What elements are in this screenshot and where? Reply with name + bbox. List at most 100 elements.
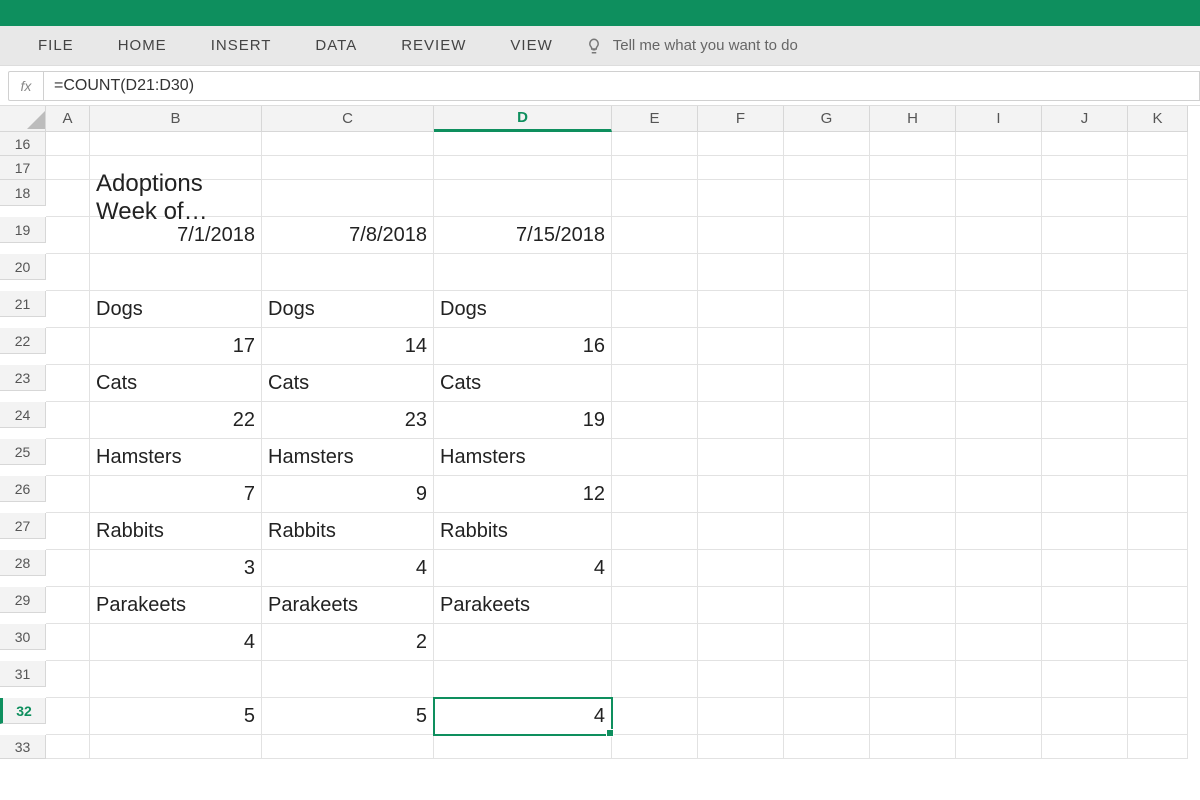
cell-J18[interactable] <box>1042 180 1128 217</box>
row-header-21[interactable]: 21 <box>0 291 46 317</box>
cell-K27[interactable] <box>1128 513 1188 550</box>
cell-B27[interactable]: Rabbits <box>90 513 262 550</box>
cell-I25[interactable] <box>956 439 1042 476</box>
cell-G21[interactable] <box>784 291 870 328</box>
cell-A23[interactable] <box>46 365 90 402</box>
cell-G19[interactable] <box>784 217 870 254</box>
cell-J23[interactable] <box>1042 365 1128 402</box>
cell-D28[interactable]: 4 <box>434 550 612 587</box>
cell-G17[interactable] <box>784 156 870 180</box>
formula-input[interactable]: =COUNT(D21:D30) <box>44 71 1200 101</box>
cell-F30[interactable] <box>698 624 784 661</box>
cell-A24[interactable] <box>46 402 90 439</box>
cell-H21[interactable] <box>870 291 956 328</box>
cell-C32[interactable]: 5 <box>262 698 434 735</box>
cell-A16[interactable] <box>46 132 90 156</box>
cell-C20[interactable] <box>262 254 434 291</box>
cell-B26[interactable]: 7 <box>90 476 262 513</box>
cell-F27[interactable] <box>698 513 784 550</box>
cell-D16[interactable] <box>434 132 612 156</box>
cell-J22[interactable] <box>1042 328 1128 365</box>
cell-I24[interactable] <box>956 402 1042 439</box>
cell-D17[interactable] <box>434 156 612 180</box>
cell-I33[interactable] <box>956 735 1042 759</box>
cell-J30[interactable] <box>1042 624 1128 661</box>
cell-E27[interactable] <box>612 513 698 550</box>
cell-C18[interactable] <box>262 180 434 217</box>
row-header-23[interactable]: 23 <box>0 365 46 391</box>
cell-B18[interactable]: Adoptions Week of… <box>90 180 262 217</box>
cell-H26[interactable] <box>870 476 956 513</box>
cell-E17[interactable] <box>612 156 698 180</box>
cell-D31[interactable] <box>434 661 612 698</box>
col-header-C[interactable]: C <box>262 106 434 132</box>
cell-H16[interactable] <box>870 132 956 156</box>
cell-H33[interactable] <box>870 735 956 759</box>
cell-B25[interactable]: Hamsters <box>90 439 262 476</box>
cell-D25[interactable]: Hamsters <box>434 439 612 476</box>
col-header-A[interactable]: A <box>46 106 90 132</box>
cell-J24[interactable] <box>1042 402 1128 439</box>
cell-E26[interactable] <box>612 476 698 513</box>
cell-G25[interactable] <box>784 439 870 476</box>
cell-J16[interactable] <box>1042 132 1128 156</box>
cell-D18[interactable] <box>434 180 612 217</box>
row-header-31[interactable]: 31 <box>0 661 46 687</box>
cell-F29[interactable] <box>698 587 784 624</box>
cell-B30[interactable]: 4 <box>90 624 262 661</box>
col-header-J[interactable]: J <box>1042 106 1128 132</box>
cell-F28[interactable] <box>698 550 784 587</box>
cell-J29[interactable] <box>1042 587 1128 624</box>
cell-E16[interactable] <box>612 132 698 156</box>
cell-A22[interactable] <box>46 328 90 365</box>
cell-A26[interactable] <box>46 476 90 513</box>
cell-A33[interactable] <box>46 735 90 759</box>
col-header-K[interactable]: K <box>1128 106 1188 132</box>
cell-H20[interactable] <box>870 254 956 291</box>
cell-D29[interactable]: Parakeets <box>434 587 612 624</box>
cell-B31[interactable] <box>90 661 262 698</box>
cell-B16[interactable] <box>90 132 262 156</box>
cell-G22[interactable] <box>784 328 870 365</box>
cell-K31[interactable] <box>1128 661 1188 698</box>
cell-E18[interactable] <box>612 180 698 217</box>
cell-D19[interactable]: 7/15/2018 <box>434 217 612 254</box>
cell-F33[interactable] <box>698 735 784 759</box>
cell-C16[interactable] <box>262 132 434 156</box>
cell-B29[interactable]: Parakeets <box>90 587 262 624</box>
cell-J20[interactable] <box>1042 254 1128 291</box>
cell-K25[interactable] <box>1128 439 1188 476</box>
cell-A28[interactable] <box>46 550 90 587</box>
cell-G30[interactable] <box>784 624 870 661</box>
cell-K28[interactable] <box>1128 550 1188 587</box>
cell-G28[interactable] <box>784 550 870 587</box>
spreadsheet-grid[interactable]: ABCDEFGHIJK161718Adoptions Week of…197/1… <box>0 106 1200 759</box>
cell-D23[interactable]: Cats <box>434 365 612 402</box>
cell-D27[interactable]: Rabbits <box>434 513 612 550</box>
col-header-D[interactable]: D <box>434 106 612 132</box>
cell-F17[interactable] <box>698 156 784 180</box>
cell-K26[interactable] <box>1128 476 1188 513</box>
cell-J26[interactable] <box>1042 476 1128 513</box>
row-header-28[interactable]: 28 <box>0 550 46 576</box>
cell-E32[interactable] <box>612 698 698 735</box>
cell-B22[interactable]: 17 <box>90 328 262 365</box>
tab-home[interactable]: HOME <box>96 26 189 65</box>
cell-K22[interactable] <box>1128 328 1188 365</box>
cell-D20[interactable] <box>434 254 612 291</box>
tab-data[interactable]: DATA <box>293 26 379 65</box>
cell-I31[interactable] <box>956 661 1042 698</box>
cell-A30[interactable] <box>46 624 90 661</box>
cell-H23[interactable] <box>870 365 956 402</box>
cell-E30[interactable] <box>612 624 698 661</box>
cell-K21[interactable] <box>1128 291 1188 328</box>
cell-E28[interactable] <box>612 550 698 587</box>
cell-G29[interactable] <box>784 587 870 624</box>
cell-A25[interactable] <box>46 439 90 476</box>
cell-I21[interactable] <box>956 291 1042 328</box>
cell-H24[interactable] <box>870 402 956 439</box>
cell-G27[interactable] <box>784 513 870 550</box>
cell-G32[interactable] <box>784 698 870 735</box>
cell-F23[interactable] <box>698 365 784 402</box>
cell-F26[interactable] <box>698 476 784 513</box>
